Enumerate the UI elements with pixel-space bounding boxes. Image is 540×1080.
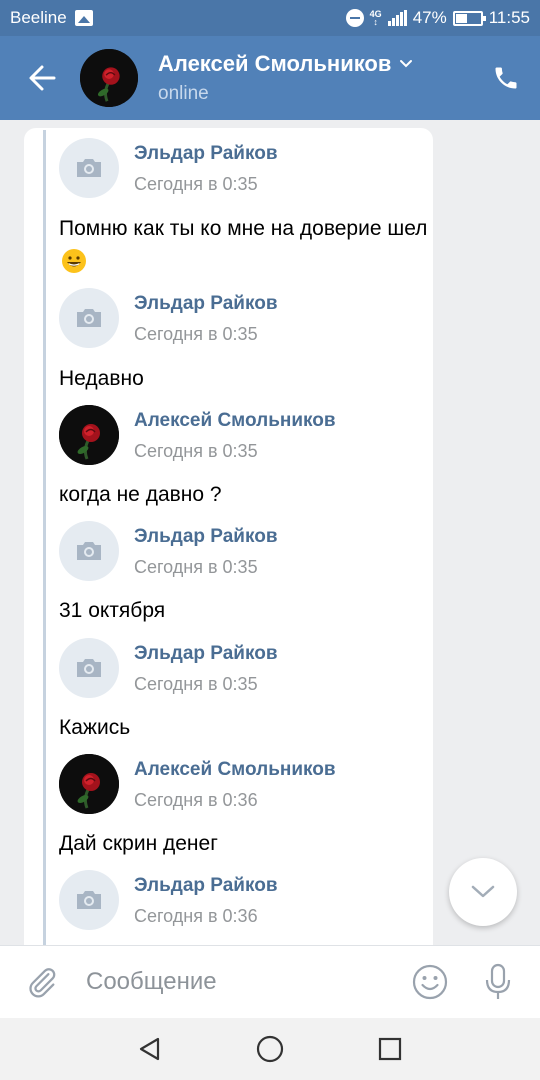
sender-name[interactable]: Эльдар Райков xyxy=(134,643,278,665)
contact-avatar[interactable] xyxy=(80,49,138,107)
nav-home-button[interactable] xyxy=(250,1029,290,1069)
camera-placeholder-avatar[interactable] xyxy=(59,521,119,581)
forwarded-message-header: Эльдар Райков Сегодня в 0:36 xyxy=(59,870,429,930)
sender-name[interactable]: Эльдар Райков xyxy=(134,875,278,897)
image-notification-icon xyxy=(74,10,93,26)
chevron-down-icon xyxy=(400,60,413,68)
microphone-icon xyxy=(485,963,511,999)
do-not-disturb-icon xyxy=(345,9,364,27)
sender-name[interactable]: Эльдар Райков xyxy=(134,143,278,165)
battery-icon xyxy=(452,10,486,26)
message-time: Сегодня в 0:35 xyxy=(134,674,258,694)
message-text: Дай скрин денег xyxy=(59,827,429,861)
contact-name-row: Алексей Смольников xyxy=(158,51,413,77)
status-bar: Beeline 4G ↕ 47% 11:55 xyxy=(0,0,540,36)
rose-photo-icon xyxy=(80,49,138,107)
status-indicators: 4G ↕ 47% 11:55 xyxy=(345,8,530,28)
message-text-content: когда не давно ? xyxy=(59,483,222,506)
message-time: Сегодня в 0:35 xyxy=(134,557,258,577)
rose-photo-avatar[interactable] xyxy=(59,405,119,465)
triangle-back-icon xyxy=(139,1037,160,1061)
contact-status: online xyxy=(158,83,209,104)
message-text: Кажись xyxy=(59,711,429,745)
forwarded-message-header: Эльдар Райков Сегодня в 0:35 xyxy=(59,521,429,581)
battery-percent: 47% xyxy=(412,8,447,27)
camera-placeholder-avatar[interactable] xyxy=(59,638,119,698)
message-time: Сегодня в 0:35 xyxy=(134,324,258,344)
forwarded-message-header: Эльдар Райков Сегодня в 0:35 xyxy=(59,138,429,198)
smiley-icon xyxy=(412,964,448,1000)
message-text: 31 октября xyxy=(59,594,429,628)
sender-name[interactable]: Алексей Смольников xyxy=(134,759,336,781)
clock: 11:55 xyxy=(488,8,530,27)
contact-name: Алексей Смольников xyxy=(158,51,392,76)
message-composer xyxy=(0,945,540,1018)
carrier-name: Beeline xyxy=(10,8,67,27)
sender-name[interactable]: Алексей Смольников xyxy=(134,410,336,432)
camera-placeholder-avatar[interactable] xyxy=(59,288,119,348)
camera-icon xyxy=(77,309,101,327)
camera-icon xyxy=(77,159,101,177)
message-text: когда не давно ? xyxy=(59,478,429,512)
camera-placeholder-avatar[interactable] xyxy=(59,870,119,930)
back-arrow-icon xyxy=(29,65,56,91)
sender-name[interactable]: Эльдар Райков xyxy=(134,526,278,548)
rose-photo-avatar[interactable] xyxy=(59,754,119,814)
contact-info[interactable]: Алексей Смольников online xyxy=(158,51,413,105)
paperclip-icon xyxy=(29,968,56,998)
rose-photo-icon xyxy=(59,405,119,465)
sender-name[interactable]: Эльдар Райков xyxy=(134,293,278,315)
phone-icon xyxy=(495,67,517,89)
rose-photo-icon xyxy=(59,754,119,814)
nav-back-button[interactable] xyxy=(130,1029,170,1069)
forwarded-message-header: Алексей Смольников Сегодня в 0:36 xyxy=(59,754,429,814)
back-button[interactable] xyxy=(0,36,84,120)
message-time: Сегодня в 0:36 xyxy=(134,790,258,810)
nav-recents-button[interactable] xyxy=(370,1029,410,1069)
message-text-content: Дай скрин денег xyxy=(59,832,218,855)
square-recents-icon xyxy=(378,1037,402,1061)
call-button[interactable] xyxy=(486,58,526,98)
chevron-down-icon xyxy=(471,885,495,898)
battery-level-fill xyxy=(455,13,467,23)
camera-icon xyxy=(77,659,101,677)
message-time: Сегодня в 0:36 xyxy=(134,906,258,926)
forward-quote-line xyxy=(43,130,46,945)
grinning-face-emoji-icon xyxy=(62,249,86,273)
message-input[interactable] xyxy=(86,968,386,996)
emoji-button[interactable] xyxy=(408,960,452,1004)
scroll-down-button[interactable] xyxy=(449,858,517,926)
message-time: Сегодня в 0:35 xyxy=(134,174,258,194)
voice-message-button[interactable] xyxy=(478,960,518,1004)
forwarded-message-header: Эльдар Райков Сегодня в 0:35 xyxy=(59,288,429,348)
circle-home-icon xyxy=(256,1035,284,1063)
message-text-content: Кажись xyxy=(59,716,131,739)
message-text-content: Помню как ты ко мне на доверие шел xyxy=(59,217,428,240)
system-navigation-bar xyxy=(0,1018,540,1080)
forwarded-message-header: Алексей Смольников Сегодня в 0:35 xyxy=(59,405,429,465)
signal-strength-icon xyxy=(387,10,407,26)
chat-header: Алексей Смольников online xyxy=(0,36,540,120)
message-text-content: 31 октября xyxy=(59,599,166,622)
camera-icon xyxy=(77,891,101,909)
message-text: Помню как ты ко мне на доверие шел xyxy=(59,212,429,280)
message-text-content: Недавно xyxy=(59,367,144,390)
attach-button[interactable] xyxy=(0,946,84,1019)
forwarded-message-header: Эльдар Райков Сегодня в 0:35 xyxy=(59,638,429,698)
camera-placeholder-avatar[interactable] xyxy=(59,138,119,198)
message-time: Сегодня в 0:35 xyxy=(134,441,258,461)
network-type-icon: 4G ↕ xyxy=(369,9,382,27)
camera-icon xyxy=(77,542,101,560)
message-text: Недавно xyxy=(59,362,429,396)
